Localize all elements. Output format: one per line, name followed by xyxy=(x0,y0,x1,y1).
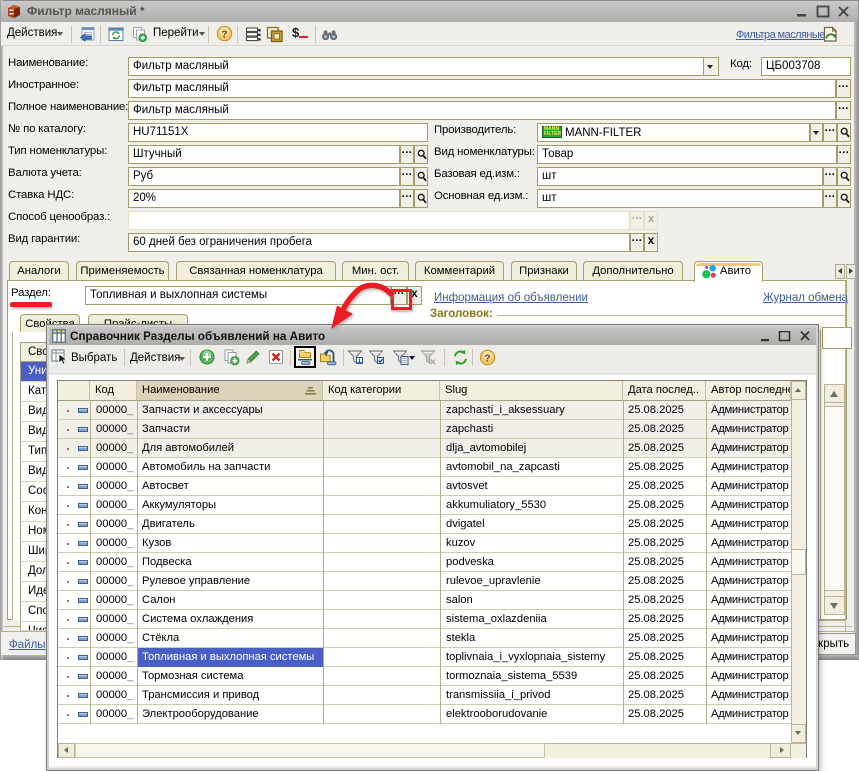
svg-text:?: ? xyxy=(221,28,227,40)
svg-text:?: ? xyxy=(484,352,490,364)
